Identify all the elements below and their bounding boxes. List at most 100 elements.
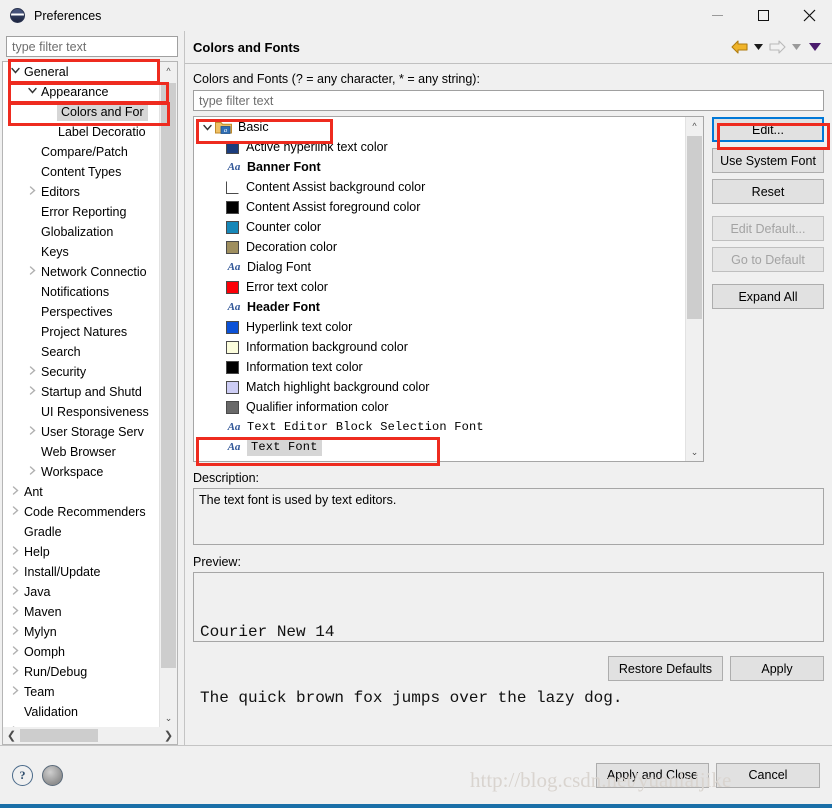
sidebar-item-label-decoratio[interactable]: Label Decoratio <box>3 122 159 142</box>
colors-tree-item[interactable]: Aa Text Font <box>194 437 685 457</box>
cancel-button[interactable]: Cancel <box>716 762 820 788</box>
close-button[interactable] <box>786 0 832 31</box>
colors-tree-item[interactable]: Content Assist foreground color <box>194 197 685 217</box>
sidebar-item-run-debug[interactable]: Run/Debug <box>3 662 159 682</box>
colors-tree-item[interactable]: Error text color <box>194 277 685 297</box>
scroll-track[interactable] <box>686 134 703 444</box>
colors-tree-vertical-scrollbar[interactable]: ^ ⌄ <box>685 117 703 461</box>
scroll-right-icon[interactable]: ❯ <box>160 729 177 742</box>
expand-all-button[interactable]: Expand All <box>712 284 824 309</box>
chevron-right-icon[interactable] <box>7 506 23 518</box>
sidebar-item-install-update[interactable]: Install/Update <box>3 562 159 582</box>
chevron-down-purple-icon[interactable] <box>806 43 824 51</box>
chevron-right-icon[interactable] <box>7 486 23 498</box>
sidebar-item-team[interactable]: Team <box>3 682 159 702</box>
chevron-right-icon[interactable] <box>24 366 40 378</box>
sidebar-vertical-scrollbar[interactable]: ^ ⌄ <box>159 62 177 727</box>
colors-tree-item[interactable]: Aa Dialog Font <box>194 257 685 277</box>
chevron-right-icon[interactable] <box>7 666 23 678</box>
sidebar-item-content-types[interactable]: Content Types <box>3 162 159 182</box>
chevron-right-icon[interactable] <box>7 626 23 638</box>
chevron-right-icon[interactable] <box>24 426 40 438</box>
edit-button[interactable]: Edit... <box>712 117 824 142</box>
colors-tree-item[interactable]: Hyperlink text color <box>194 317 685 337</box>
scroll-track[interactable] <box>160 79 177 710</box>
scroll-thumb-horizontal[interactable] <box>20 729 98 742</box>
apply-button[interactable]: Apply <box>730 656 824 681</box>
sidebar-item-compare-patch[interactable]: Compare/Patch <box>3 142 159 162</box>
back-history-chevron-down-icon[interactable] <box>752 44 765 50</box>
chevron-right-icon[interactable] <box>7 606 23 618</box>
scroll-down-icon[interactable]: ⌄ <box>160 710 177 727</box>
sidebar-horizontal-scrollbar[interactable]: ❮ ❯ <box>2 727 178 745</box>
colors-fonts-tree-rows[interactable]: a Basic Active hyperlink text color Aa Banne… <box>194 117 685 461</box>
chevron-right-icon[interactable] <box>7 566 23 578</box>
sidebar-item-globalization[interactable]: Globalization <box>3 222 159 242</box>
chevron-down-icon[interactable] <box>200 124 215 131</box>
sidebar-item-general[interactable]: General <box>3 62 159 82</box>
colors-tree-item[interactable]: Counter color <box>194 217 685 237</box>
sidebar-filter-input[interactable]: type filter text <box>6 36 178 57</box>
colors-tree-item[interactable]: Aa Banner Font <box>194 157 685 177</box>
colors-tree-item[interactable]: Aa Text Editor Block Selection Font <box>194 417 685 437</box>
chevron-down-icon[interactable] <box>24 87 40 97</box>
sidebar-item-help[interactable]: Help <box>3 542 159 562</box>
sidebar-item-gradle[interactable]: Gradle <box>3 522 159 542</box>
sidebar-item-maven[interactable]: Maven <box>3 602 159 622</box>
sidebar-item-workspace[interactable]: Workspace <box>3 462 159 482</box>
scroll-up-icon[interactable]: ^ <box>160 62 177 79</box>
colors-tree-item[interactable]: Decoration color <box>194 237 685 257</box>
scroll-down-icon[interactable]: ⌄ <box>686 444 703 461</box>
sidebar-item-java[interactable]: Java <box>3 582 159 602</box>
maximize-button[interactable] <box>740 0 786 31</box>
scroll-thumb[interactable] <box>161 83 176 668</box>
colors-tree-item[interactable]: Information text color <box>194 357 685 377</box>
sidebar-item-web-browser[interactable]: Web Browser <box>3 442 159 462</box>
help-question-icon[interactable]: ? <box>12 764 33 786</box>
colors-tree-item[interactable]: Content Assist background color <box>194 177 685 197</box>
chevron-right-icon[interactable] <box>7 586 23 598</box>
colors-tree-item[interactable]: Information background color <box>194 337 685 357</box>
sidebar-item-security[interactable]: Security <box>3 362 159 382</box>
chevron-down-icon[interactable] <box>7 67 23 77</box>
sidebar-item-ant[interactable]: Ant <box>3 482 159 502</box>
sidebar-item-editors[interactable]: Editors <box>3 182 159 202</box>
chevron-right-icon[interactable] <box>24 186 40 198</box>
use-system-font-button[interactable]: Use System Font <box>712 148 824 173</box>
sidebar-item-perspectives[interactable]: Perspectives <box>3 302 159 322</box>
apply-and-close-button[interactable]: Apply and Close <box>595 762 709 788</box>
sidebar-item-ui-responsiveness[interactable]: UI Responsiveness <box>3 402 159 422</box>
circle-icon[interactable] <box>42 764 63 786</box>
chevron-right-icon[interactable] <box>7 646 23 658</box>
scroll-thumb[interactable] <box>687 136 702 319</box>
sidebar-tree-rows[interactable]: General Appearance Colors and For Label Dec… <box>3 62 159 727</box>
sidebar-item-project-natures[interactable]: Project Natures <box>3 322 159 342</box>
sidebar-item-oomph[interactable]: Oomph <box>3 642 159 662</box>
scroll-track-horizontal[interactable] <box>20 728 160 743</box>
sidebar-item-network-connectio[interactable]: Network Connectio <box>3 262 159 282</box>
sidebar-item-notifications[interactable]: Notifications <box>3 282 159 302</box>
scroll-up-icon[interactable]: ^ <box>686 117 703 134</box>
sidebar-item-validation[interactable]: Validation <box>3 702 159 722</box>
sidebar-item-user-storage-serv[interactable]: User Storage Serv <box>3 422 159 442</box>
sidebar-item-mylyn[interactable]: Mylyn <box>3 622 159 642</box>
colors-tree-item[interactable]: Aa Header Font <box>194 297 685 317</box>
restore-defaults-button[interactable]: Restore Defaults <box>607 656 723 681</box>
sidebar-item-colors-and-for[interactable]: Colors and For <box>3 102 159 122</box>
back-arrow-icon[interactable] <box>730 36 749 58</box>
chevron-right-icon[interactable] <box>24 466 40 478</box>
colors-tree-item[interactable]: Active hyperlink text color <box>194 137 685 157</box>
chevron-right-icon[interactable] <box>7 546 23 558</box>
minimize-button[interactable] <box>694 0 740 31</box>
chevron-right-icon[interactable] <box>24 386 40 398</box>
sidebar-item-code-recommenders[interactable]: Code Recommenders <box>3 502 159 522</box>
colors-tree-root-basic[interactable]: a Basic <box>194 117 685 137</box>
chevron-right-icon[interactable] <box>7 686 23 698</box>
colors-tree-item[interactable]: Qualifier information color <box>194 397 685 417</box>
sidebar-item-startup-and-shutd[interactable]: Startup and Shutd <box>3 382 159 402</box>
sidebar-item-keys[interactable]: Keys <box>3 242 159 262</box>
colors-fonts-filter-input[interactable]: type filter text <box>193 90 824 111</box>
colors-tree-item[interactable]: Match highlight background color <box>194 377 685 397</box>
sidebar-item-search[interactable]: Search <box>3 342 159 362</box>
scroll-left-icon[interactable]: ❮ <box>3 729 20 742</box>
